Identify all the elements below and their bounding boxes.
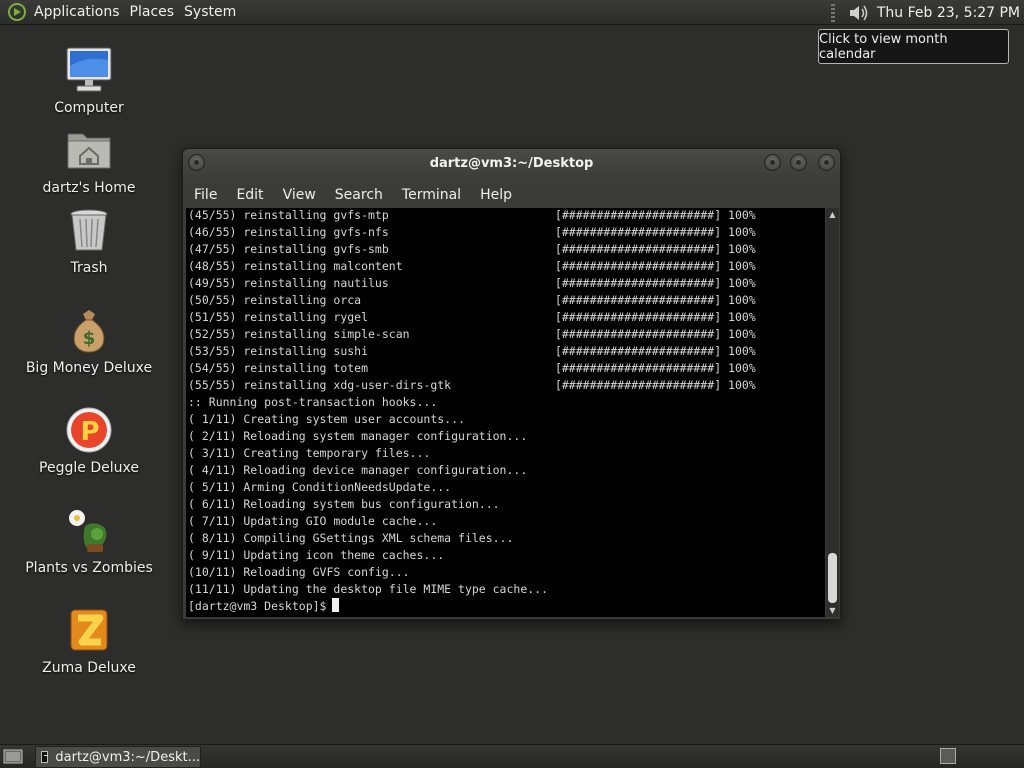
- scroll-up-arrow-icon[interactable]: ▲: [828, 210, 837, 219]
- terminal-line: (50/55) reinstalling orca [#############…: [188, 293, 756, 307]
- taskbar-window-label: dartz@vm3:~/Deskt...: [55, 749, 200, 765]
- zuma-icon: [65, 606, 113, 654]
- terminal-line: (52/55) reinstalling simple-scan [######…: [188, 327, 756, 341]
- desktop-icon-home[interactable]: dartz's Home: [14, 126, 164, 196]
- applications-menu[interactable]: Applications: [32, 4, 122, 20]
- terminal-menubar: File Edit View Search Terminal Help: [183, 181, 840, 208]
- calendar-tooltip: Click to view month calendar: [818, 29, 1009, 64]
- desktop-icon-label: Computer: [54, 100, 124, 116]
- menu-terminal[interactable]: Terminal: [402, 187, 461, 203]
- terminal-output[interactable]: (45/55) reinstalling gvfs-mtp [#########…: [186, 208, 825, 617]
- distro-logo-icon[interactable]: [6, 1, 28, 23]
- desktop-icon-label: dartz's Home: [42, 180, 136, 196]
- menu-file[interactable]: File: [194, 187, 217, 203]
- home-folder-icon: [65, 126, 113, 174]
- close-button[interactable]: [818, 154, 835, 171]
- terminal-window[interactable]: dartz@vm3:~/Desktop File Edit View Searc…: [182, 148, 841, 620]
- terminal-prompt: [dartz@vm3 Desktop]$: [188, 599, 327, 613]
- menu-search[interactable]: Search: [335, 187, 383, 203]
- desktop-icon-label: Big Money Deluxe: [25, 360, 153, 376]
- svg-text:$: $: [83, 328, 96, 349]
- show-desktop-icon[interactable]: [3, 748, 23, 765]
- money-bag-icon: $: [65, 306, 113, 354]
- terminal-line: (51/55) reinstalling rygel [############…: [188, 310, 756, 324]
- maximize-button[interactable]: [790, 154, 807, 171]
- panel-tray: Thu Feb 23, 5:27 PM: [830, 0, 1024, 25]
- terminal-line: (55/55) reinstalling xdg-user-dirs-gtk […: [188, 378, 756, 392]
- terminal-prompt-line: [dartz@vm3 Desktop]$: [188, 598, 756, 615]
- scrollbar-thumb[interactable]: [828, 553, 837, 603]
- desktop-icon-zuma[interactable]: Zuma Deluxe: [14, 606, 164, 676]
- desktop-icon-peggle[interactable]: P Peggle Deluxe: [14, 406, 164, 476]
- terminal-line: (11/11) Updating the desktop file MIME t…: [188, 582, 549, 596]
- top-panel: Applications Places System Thu Feb 23, 5…: [0, 0, 1024, 25]
- computer-icon: [65, 46, 113, 94]
- scroll-down-arrow-icon[interactable]: ▼: [828, 606, 837, 615]
- terminal-line: ( 8/11) Compiling GSettings XML schema f…: [188, 531, 514, 545]
- terminal-line: ( 6/11) Reloading system bus configurati…: [188, 497, 500, 511]
- desktop-icon-trash[interactable]: Trash: [14, 206, 164, 276]
- desktop-icon-label: Trash: [70, 260, 108, 276]
- volume-icon[interactable]: [847, 2, 871, 24]
- window-title: dartz@vm3:~/Desktop: [429, 156, 594, 171]
- text-cursor: [332, 598, 340, 612]
- system-menu[interactable]: System: [182, 4, 238, 20]
- terminal-line: (54/55) reinstalling totem [############…: [188, 361, 756, 375]
- workspace-switcher[interactable]: [940, 748, 956, 764]
- window-titlebar[interactable]: dartz@vm3:~/Desktop: [183, 149, 840, 181]
- places-menu[interactable]: Places: [128, 4, 177, 20]
- taskbar-window-button[interactable]: dartz@vm3:~/Deskt...: [35, 746, 201, 768]
- desktop-icon-label: Zuma Deluxe: [42, 660, 136, 676]
- peggle-icon: P: [65, 406, 113, 454]
- terminal-scrollbar[interactable]: ▲ ▼: [826, 208, 839, 617]
- terminal-text: (45/55) reinstalling gvfs-mtp [#########…: [188, 208, 756, 615]
- desktop-icon-big-money[interactable]: $ Big Money Deluxe: [14, 306, 164, 376]
- terminal-line: ( 3/11) Creating temporary files...: [188, 446, 431, 460]
- terminal-line: (10/11) Reloading GVFS config...: [188, 565, 410, 579]
- terminal-line: (49/55) reinstalling nautilus [#########…: [188, 276, 756, 290]
- desktop-icon-computer[interactable]: Computer: [14, 46, 164, 116]
- plants-vs-zombies-icon: [65, 506, 113, 554]
- trash-icon: [65, 206, 113, 254]
- terminal-line: (45/55) reinstalling gvfs-mtp [#########…: [188, 208, 756, 222]
- desktop-icon-plants-vs-zombies[interactable]: Plants vs Zombies: [14, 506, 164, 576]
- terminal-line: ( 5/11) Arming ConditionNeedsUpdate...: [188, 480, 452, 494]
- bottom-panel: dartz@vm3:~/Deskt...: [0, 744, 1024, 768]
- terminal-icon: [41, 751, 49, 763]
- terminal-line: ( 7/11) Updating GIO module cache...: [188, 514, 438, 528]
- terminal-line: ( 9/11) Updating icon theme caches...: [188, 548, 445, 562]
- terminal-line: (48/55) reinstalling malcontent [#######…: [188, 259, 756, 273]
- svg-text:P: P: [80, 417, 99, 447]
- menu-edit[interactable]: Edit: [236, 187, 263, 203]
- terminal-line: (46/55) reinstalling gvfs-nfs [#########…: [188, 225, 756, 239]
- terminal-line: ( 4/11) Reloading device manager configu…: [188, 463, 528, 477]
- terminal-line: (53/55) reinstalling sushi [############…: [188, 344, 756, 358]
- terminal-line: ( 1/11) Creating system user accounts...: [188, 412, 465, 426]
- desktop-icon-label: Plants vs Zombies: [25, 560, 153, 576]
- terminal-line: ( 2/11) Reloading system manager configu…: [188, 429, 528, 443]
- desktop-icon-label: Peggle Deluxe: [39, 460, 139, 476]
- minimize-button[interactable]: [764, 154, 781, 171]
- menu-help[interactable]: Help: [480, 187, 512, 203]
- panel-handle[interactable]: [830, 3, 835, 22]
- terminal-line: :: Running post-transaction hooks...: [188, 395, 438, 409]
- terminal-line: (47/55) reinstalling gvfs-smb [#########…: [188, 242, 756, 256]
- menu-view[interactable]: View: [283, 187, 316, 203]
- clock[interactable]: Thu Feb 23, 5:27 PM: [877, 5, 1020, 21]
